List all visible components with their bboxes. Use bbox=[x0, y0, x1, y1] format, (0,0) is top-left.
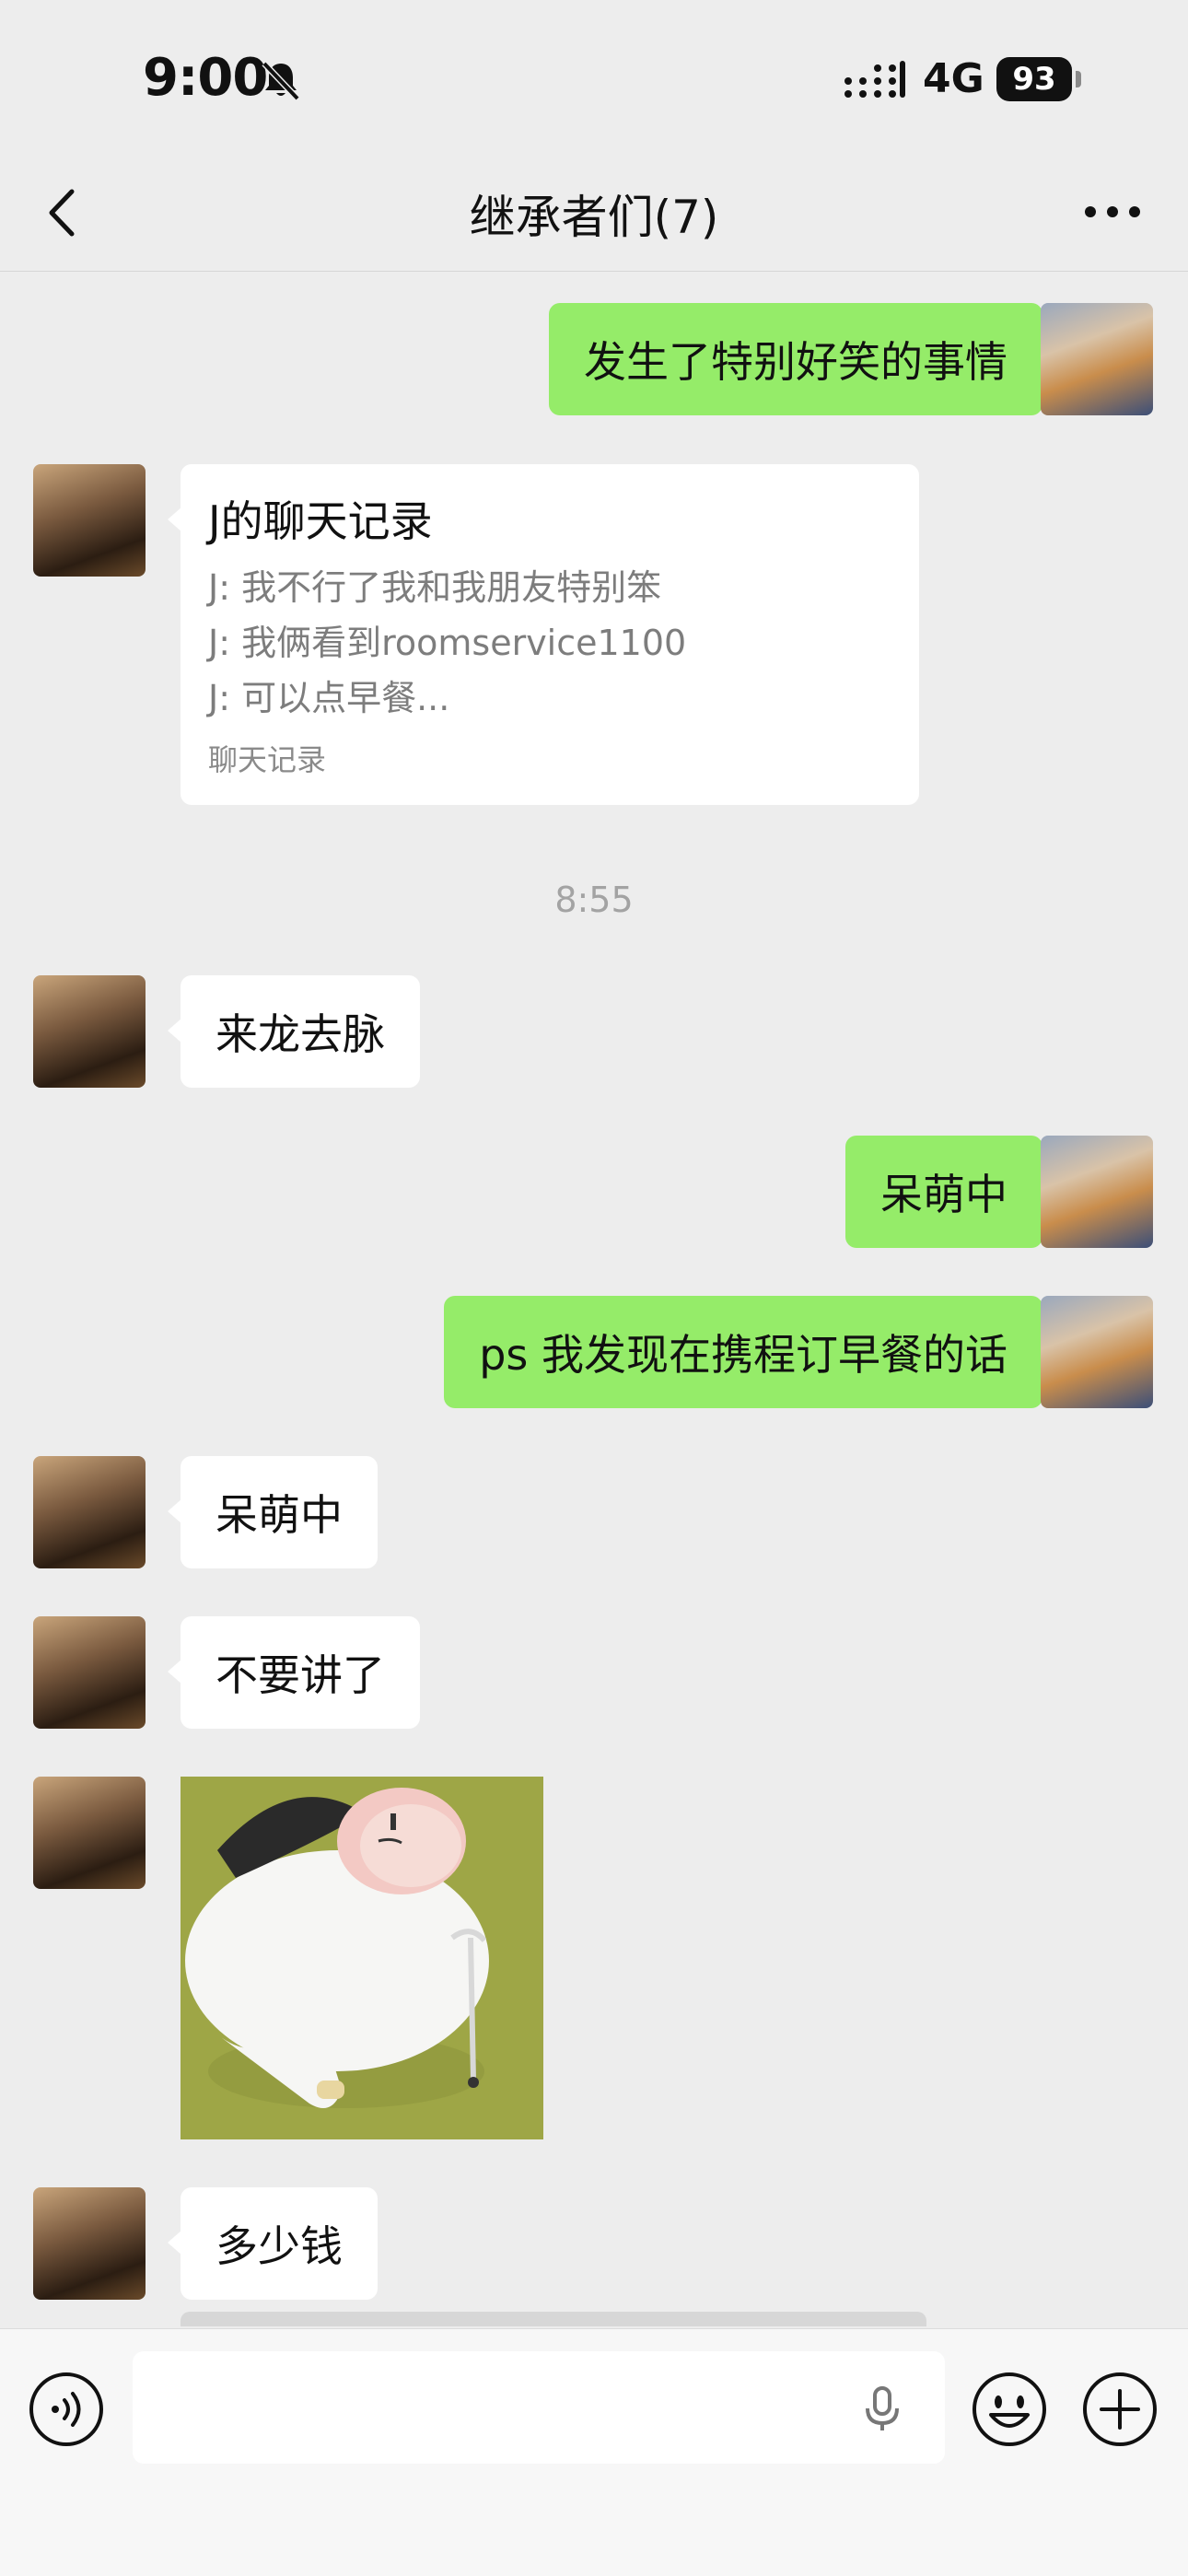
message-input[interactable] bbox=[133, 2351, 945, 2464]
signal-strength-icon bbox=[844, 61, 905, 98]
avatar-self[interactable] bbox=[1041, 1136, 1153, 1248]
avatar-contact[interactable] bbox=[33, 1777, 146, 1889]
avatar-contact[interactable] bbox=[33, 975, 146, 1088]
message-timestamp: 8:55 bbox=[554, 880, 634, 920]
avatar-self[interactable] bbox=[1041, 303, 1153, 415]
chat-record-line: J: 我不行了我和我朋友特别笨 bbox=[208, 567, 662, 608]
partial-message-preview bbox=[181, 2312, 926, 2326]
add-more-icon[interactable] bbox=[1081, 2371, 1159, 2448]
message-bubble-incoming[interactable]: 不要讲了 bbox=[168, 1616, 420, 1729]
network-type: 4G bbox=[923, 55, 984, 102]
chat-input-bar bbox=[0, 2328, 1188, 2576]
chat-record-line: J: 可以点早餐... bbox=[208, 678, 450, 718]
message-bubble-incoming[interactable]: 多少钱 bbox=[168, 2187, 378, 2300]
emoji-icon[interactable] bbox=[971, 2371, 1048, 2448]
bell-muted-icon bbox=[262, 61, 300, 101]
avatar-contact[interactable] bbox=[33, 1456, 146, 1568]
battery-tip bbox=[1076, 71, 1081, 87]
chat-record-card[interactable]: J的聊天记录 J: 我不行了我和我朋友特别笨 J: 我俩看到roomservic… bbox=[168, 464, 919, 805]
status-bar: 9:00 4G 93 bbox=[0, 0, 1188, 157]
chat-header: 继承者们(7) bbox=[0, 157, 1188, 272]
microphone-icon[interactable] bbox=[856, 2383, 908, 2434]
battery-level: 93 bbox=[996, 57, 1072, 101]
status-time: 9:00 bbox=[143, 48, 268, 108]
avatar-contact[interactable] bbox=[33, 1616, 146, 1729]
message-bubble-outgoing[interactable]: 呆萌中 bbox=[845, 1136, 1055, 1248]
cow-with-cane-icon bbox=[181, 1777, 543, 2139]
chat-record-footer: 聊天记录 bbox=[208, 742, 327, 777]
voice-input-icon[interactable] bbox=[28, 2371, 105, 2448]
message-bubble-outgoing[interactable]: 发生了特别好笑的事情 bbox=[549, 303, 1055, 415]
avatar-contact[interactable] bbox=[33, 464, 146, 577]
battery-indicator: 93 bbox=[996, 57, 1081, 101]
cow-sticker-image[interactable] bbox=[181, 1777, 543, 2139]
message-bubble-outgoing[interactable]: ps 我发现在携程订早餐的话 bbox=[444, 1296, 1055, 1408]
message-bubble-incoming[interactable]: 来龙去脉 bbox=[168, 975, 420, 1088]
more-options-icon[interactable] bbox=[1076, 184, 1149, 239]
chat-record-line: J: 我俩看到roomservice1100 bbox=[208, 623, 687, 663]
message-bubble-incoming[interactable]: 呆萌中 bbox=[168, 1456, 378, 1568]
chat-title: 继承者们(7) bbox=[469, 191, 719, 244]
avatar-self[interactable] bbox=[1041, 1296, 1153, 1408]
avatar-contact[interactable] bbox=[33, 2187, 146, 2300]
chat-record-title: J的聊天记录 bbox=[208, 496, 433, 546]
